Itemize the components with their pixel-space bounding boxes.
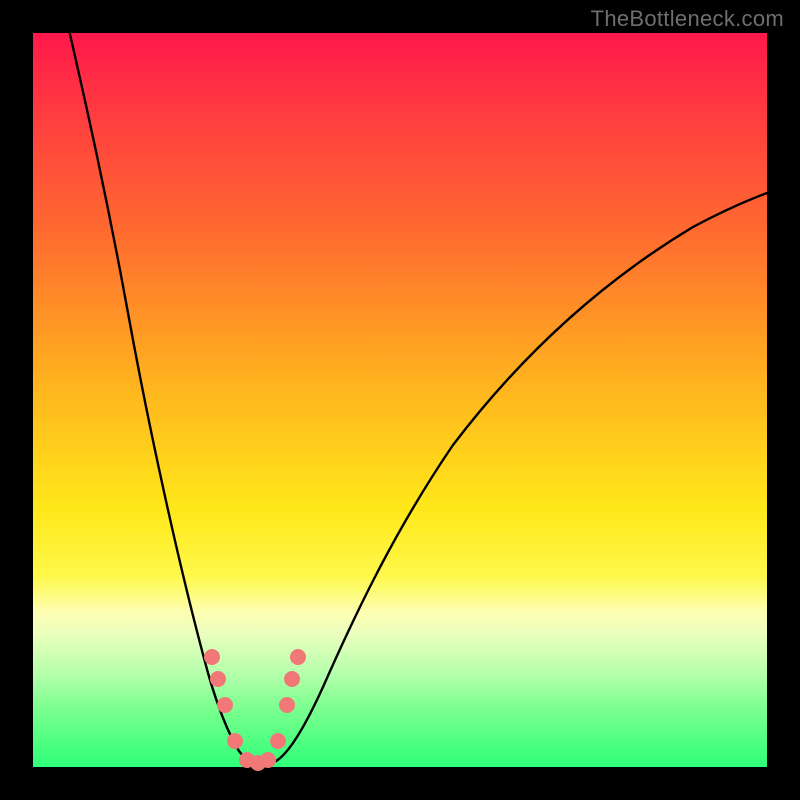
- highlight-dot: [270, 733, 286, 749]
- highlight-dots: [33, 33, 767, 767]
- plot-area: [33, 33, 767, 767]
- highlight-dot: [290, 649, 306, 665]
- highlight-dot: [217, 697, 233, 713]
- highlight-dot: [210, 671, 226, 687]
- chart-container: TheBottleneck.com: [0, 0, 800, 800]
- highlight-dot: [227, 733, 243, 749]
- highlight-dot: [284, 671, 300, 687]
- highlight-dot: [260, 752, 276, 768]
- highlight-dot: [204, 649, 220, 665]
- watermark-text: TheBottleneck.com: [591, 6, 784, 32]
- highlight-dot: [279, 697, 295, 713]
